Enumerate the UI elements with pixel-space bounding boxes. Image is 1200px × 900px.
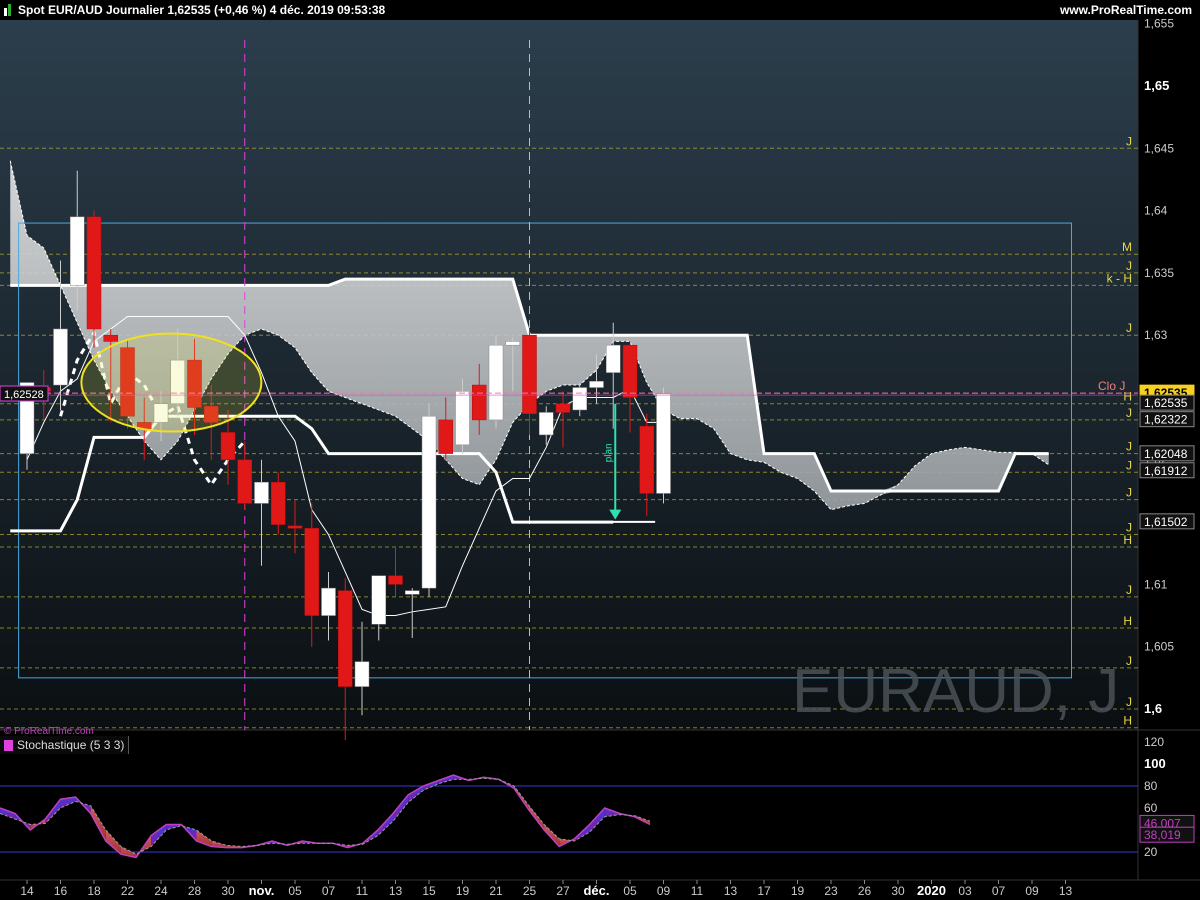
level-label: J (1126, 583, 1132, 597)
y-tick-label: 1,65 (1144, 78, 1169, 93)
x-tick-label: 19 (456, 884, 470, 898)
stoch-background (0, 738, 1138, 880)
stoch-y-tick: 20 (1144, 845, 1158, 859)
x-tick-label: 30 (221, 884, 235, 898)
stoch-y-tick: 60 (1144, 801, 1158, 815)
x-tick-label: 05 (623, 884, 637, 898)
x-tick-label: 05 (288, 884, 302, 898)
y-tick-label: 1,6 (1144, 701, 1162, 716)
stoch-y-tick: 80 (1144, 779, 1158, 793)
y-tick-label: 1,655 (1144, 17, 1174, 31)
stoch-swatch (4, 739, 13, 751)
price-tag: 1,61912 (1144, 464, 1188, 478)
x-tick-label: nov. (249, 883, 275, 898)
level-label: J (1126, 321, 1132, 335)
x-tick-label: 07 (992, 884, 1006, 898)
x-tick-label: 30 (891, 884, 905, 898)
candle[interactable] (421, 403, 437, 597)
close-line-label: Clo J (1098, 379, 1125, 393)
price-tag: 1,61502 (1144, 515, 1188, 529)
x-tick-label: 22 (121, 884, 135, 898)
price-tag: 1,62535 (1144, 396, 1188, 410)
x-tick-label: 17 (757, 884, 771, 898)
y-tick-label: 1,605 (1144, 640, 1174, 654)
x-tick-label: 25 (523, 884, 537, 898)
x-tick-label: 24 (154, 884, 168, 898)
x-tick-label: 13 (389, 884, 403, 898)
stoch-d-tag: 38,019 (1144, 828, 1181, 842)
x-tick-label: déc. (583, 883, 609, 898)
candle[interactable] (656, 387, 671, 504)
left-price-tag: 1,62528 (4, 389, 44, 401)
level-label: H (1123, 714, 1132, 728)
x-tick-label: 13 (1059, 884, 1073, 898)
level-label: J (1126, 695, 1132, 709)
level-label: J (1126, 486, 1132, 500)
x-tick-label: 03 (958, 884, 972, 898)
price-chart[interactable]: JMJk - HJHJJJJJHJHJJH Clo J plan1,62528 … (0, 0, 1200, 900)
x-tick-label: 14 (20, 884, 34, 898)
level-label: k - H (1107, 271, 1132, 285)
x-tick-label: 15 (422, 884, 436, 898)
stoch-y-tick: 100 (1144, 756, 1166, 771)
level-label: J (1126, 134, 1132, 148)
level-label: J (1126, 458, 1132, 472)
price-tag: 1,62322 (1144, 413, 1188, 427)
level-label: M (1122, 240, 1132, 254)
candle[interactable] (488, 335, 504, 429)
y-tick-label: 1,61 (1144, 577, 1168, 591)
x-tick-label: 21 (489, 884, 503, 898)
price-tag: 1,62048 (1144, 447, 1188, 461)
level-label: H (1123, 533, 1132, 547)
plan-label: plan (603, 443, 614, 462)
highlight-ellipse (80, 332, 263, 433)
x-tick-label: 13 (724, 884, 738, 898)
y-tick-label: 1,645 (1144, 141, 1174, 155)
level-label: H (1123, 614, 1132, 628)
x-tick-label: 18 (87, 884, 101, 898)
x-tick-label: 19 (791, 884, 805, 898)
x-tick-label: 09 (657, 884, 671, 898)
stoch-legend-label: Stochastique (5 3 3) (17, 738, 125, 752)
y-tick-label: 1,63 (1144, 328, 1168, 342)
x-tick-label: 11 (356, 884, 369, 898)
y-tick-label: 1,64 (1144, 204, 1168, 218)
x-tick-label: 27 (556, 884, 570, 898)
stoch-legend-item[interactable]: Stochastique (5 3 3) (0, 736, 130, 754)
x-tick-label: 2020 (917, 883, 946, 898)
x-tick-label: 23 (824, 884, 838, 898)
x-tick-label: 16 (54, 884, 68, 898)
stoch-legend: Stochastique (5 3 3) (0, 736, 130, 754)
x-tick-label: 07 (322, 884, 336, 898)
x-tick-label: 09 (1025, 884, 1039, 898)
x-tick-label: 28 (188, 884, 202, 898)
level-label: J (1126, 654, 1132, 668)
y-tick-label: 1,635 (1144, 266, 1174, 280)
x-tick-label: 11 (691, 884, 704, 898)
x-tick-label: 26 (858, 884, 872, 898)
level-label: J (1126, 406, 1132, 420)
level-label: J (1126, 440, 1132, 454)
stoch-y-tick: 120 (1144, 735, 1164, 749)
watermark: EURAUD, J (792, 657, 1119, 726)
candle[interactable] (86, 210, 102, 348)
